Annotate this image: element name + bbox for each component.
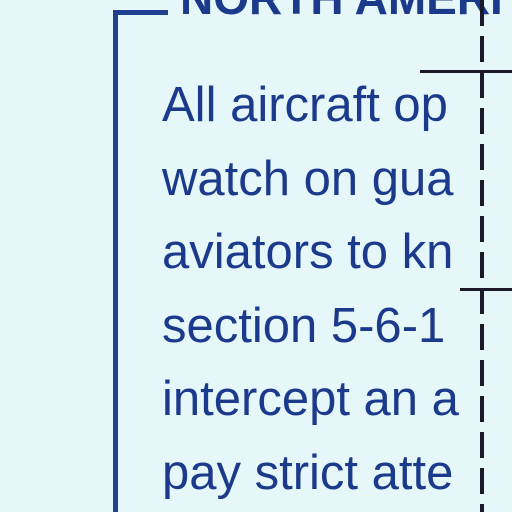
text-line: section 5-6-1 bbox=[162, 298, 446, 353]
body-text: All aircraft op watch on gua aviators to… bbox=[162, 69, 459, 510]
text-line: watch on gua bbox=[162, 151, 454, 206]
bracket-vertical-line bbox=[113, 10, 118, 512]
rule-tick bbox=[420, 70, 512, 73]
rule-tick bbox=[460, 288, 512, 291]
text-line: aviators to kn bbox=[162, 225, 454, 279]
section-heading: NORTH AMERI bbox=[180, 0, 503, 24]
text-line: All aircraft op bbox=[162, 78, 448, 132]
dashed-rule bbox=[480, 0, 484, 512]
document-page: NORTH AMERI All aircraft op watch on gua… bbox=[0, 0, 512, 512]
bracket-top-line bbox=[113, 10, 168, 15]
text-line: intercept an a bbox=[162, 372, 459, 426]
text-line: pay strict atte bbox=[162, 445, 454, 500]
